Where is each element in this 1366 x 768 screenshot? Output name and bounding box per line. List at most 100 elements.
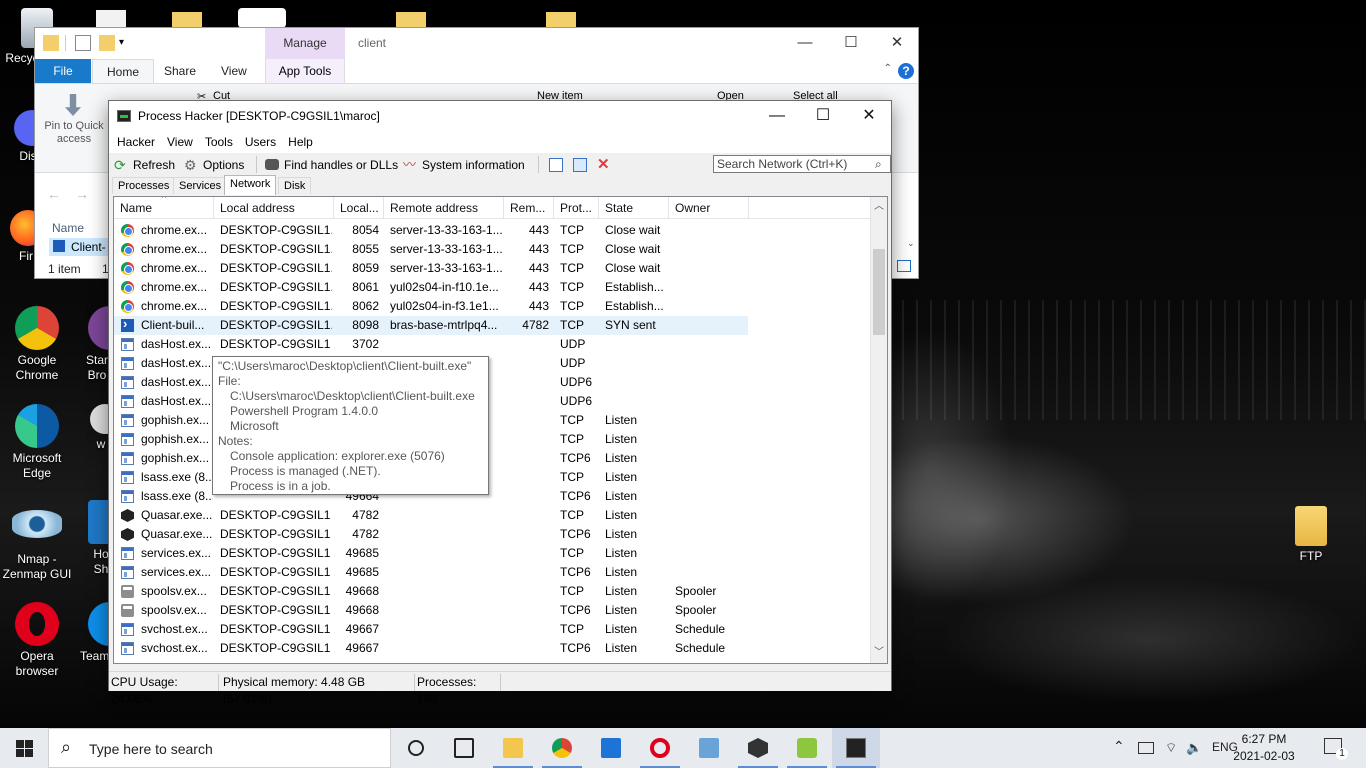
taskbar-opera-button[interactable] xyxy=(636,728,684,768)
taskbar-network-drive-button[interactable] xyxy=(685,728,733,768)
volume-icon[interactable]: 🔈 xyxy=(1186,740,1202,756)
table-row[interactable]: spoolsv.ex... DESKTOP-C9GSIL1 49668 TCP List… xyxy=(114,582,748,601)
search-input[interactable]: Search Network (Ctrl+K) xyxy=(713,155,891,173)
table-row[interactable]: chrome.ex... DESKTOP-C9GSIL1.... 8054 serve… xyxy=(114,221,748,240)
maximize-button[interactable]: ☐ xyxy=(831,31,871,55)
scroll-down-icon[interactable]: ﹀ xyxy=(871,645,887,661)
column-header-local-port[interactable]: Local... xyxy=(334,197,384,219)
folder-icon[interactable] xyxy=(172,12,202,28)
app-icon[interactable]: Ho Sh xyxy=(74,500,108,577)
back-arrow-icon[interactable]: ← xyxy=(47,186,61,202)
table-row[interactable]: services.ex... DESKTOP-C9GSIL1 49685 TCP Lis… xyxy=(114,544,748,563)
table-row[interactable]: svchost.ex... DESKTOP-C9GSIL1 49667 TCP6 Lis… xyxy=(114,639,748,658)
minimize-button[interactable]: — xyxy=(785,31,825,55)
close-button[interactable]: ✕ xyxy=(877,31,917,55)
wifi-icon[interactable]: ⌔ xyxy=(1165,740,1177,756)
chevron-up-icon[interactable]: ⌃ xyxy=(1113,738,1125,755)
menu-users[interactable]: Users xyxy=(239,135,282,149)
close-button[interactable]: ✕ xyxy=(846,101,892,131)
cortana-button[interactable] xyxy=(392,728,440,768)
java-icon[interactable] xyxy=(238,8,286,28)
opera-icon[interactable]: Opera browser xyxy=(0,602,74,679)
tab-home[interactable]: Home xyxy=(92,59,155,83)
taskbar-search-input[interactable]: ⌕ Type here to search xyxy=(48,728,391,768)
chevron-down-icon[interactable]: ▾ xyxy=(119,35,135,51)
scroll-down-icon[interactable]: ⌄ xyxy=(907,238,915,249)
start-button[interactable] xyxy=(0,728,48,768)
window-icon[interactable] xyxy=(549,156,568,173)
folder-icon[interactable] xyxy=(546,12,576,28)
folder-icon[interactable] xyxy=(396,12,426,28)
tab-processes[interactable]: Processes xyxy=(112,177,176,194)
column-header-owner[interactable]: Owner xyxy=(669,197,749,219)
taskbar-quasar-button[interactable] xyxy=(734,728,782,768)
table-row[interactable]: Quasar.exe... DESKTOP-C9GSIL1 4782 TCP Liste… xyxy=(114,506,748,525)
minimize-button[interactable]: — xyxy=(754,101,800,131)
column-header-name[interactable]: Name xyxy=(52,221,84,235)
nmap-icon[interactable]: Nmap - Zenmap GUI xyxy=(0,510,74,582)
table-row[interactable]: dasHost.ex... DESKTOP-C9GSIL1 3702 UDP xyxy=(114,335,748,354)
table-row[interactable]: chrome.ex... DESKTOP-C9GSIL1.... 8061 yul02… xyxy=(114,278,748,297)
scroll-up-icon[interactable]: ︿ xyxy=(871,199,887,215)
table-row[interactable]: svchost.ex... DESKTOP-C9GSIL1 49667 TCP List… xyxy=(114,620,748,639)
title-bar[interactable]: Process Hacker [DESKTOP-C9GSIL1\maroc] —… xyxy=(109,101,891,131)
selected-file-item[interactable]: Client- xyxy=(49,238,109,256)
table-row[interactable]: services.ex... DESKTOP-C9GSIL1 49685 TCP6 Li… xyxy=(114,563,748,582)
column-header-protocol[interactable]: Prot... xyxy=(554,197,599,219)
properties-icon[interactable] xyxy=(75,35,91,51)
teamviewer-icon[interactable]: Team xyxy=(74,602,108,664)
tab-network[interactable]: Network xyxy=(224,175,277,195)
tab-services[interactable]: Services xyxy=(173,177,228,194)
tab-disk[interactable]: Disk xyxy=(278,177,312,194)
scrollbar-thumb[interactable] xyxy=(873,249,885,335)
taskbar-task-view-button[interactable] xyxy=(440,728,488,768)
tab-file[interactable]: File xyxy=(35,59,91,83)
clock[interactable]: 6:27 PM 2021-02-03 xyxy=(1228,731,1300,765)
pin-to-quick-access-button[interactable]: Pin to Quick access xyxy=(39,120,109,146)
table-row[interactable]: spoolsv.ex... DESKTOP-C9GSIL1 49668 TCP6 Lis… xyxy=(114,601,748,620)
chrome-icon[interactable]: Google Chrome xyxy=(0,306,74,383)
edge-icon[interactable]: Microsoft Edge xyxy=(0,404,74,481)
tab-view[interactable]: View xyxy=(221,59,247,83)
maximize-button[interactable]: ☐ xyxy=(800,101,846,131)
chevron-up-icon[interactable]: ⌃ xyxy=(884,63,892,74)
vertical-scrollbar[interactable]: ︿ ﹀ xyxy=(870,197,887,663)
new-folder-icon[interactable] xyxy=(99,35,115,51)
system-information-button[interactable]: 〰 System information xyxy=(403,156,525,173)
table-row[interactable]: chrome.ex... DESKTOP-C9GSIL1.... 8062 yul02… xyxy=(114,297,748,316)
taskbar-chrome-button[interactable] xyxy=(538,728,586,768)
manage-tab[interactable]: Manage xyxy=(265,28,345,59)
tab-app-tools[interactable]: App Tools xyxy=(265,59,345,83)
tab-share[interactable]: Share xyxy=(164,59,196,83)
taskbar-process-hacker-button[interactable] xyxy=(832,728,880,768)
table-row[interactable]: chrome.ex... DESKTOP-C9GSIL1.... 8055 serve… xyxy=(114,240,748,259)
terminate-icon[interactable]: ✕ xyxy=(597,156,616,173)
taskbar-flag-button[interactable] xyxy=(783,728,831,768)
folder-icon[interactable]: FTP xyxy=(1274,506,1348,564)
document-icon[interactable] xyxy=(96,10,126,28)
restore-window-icon[interactable] xyxy=(573,156,592,173)
forward-arrow-icon[interactable]: → xyxy=(75,186,89,202)
menu-tools[interactable]: Tools xyxy=(199,135,239,149)
column-header-remote-port[interactable]: Rem... xyxy=(504,197,554,219)
column-header-remote-address[interactable]: Remote address xyxy=(384,197,504,219)
battery-icon[interactable] xyxy=(1138,742,1154,754)
table-row[interactable]: Quasar.exe... DESKTOP-C9GSIL1 4782 TCP6 List… xyxy=(114,525,748,544)
help-icon[interactable]: ? xyxy=(898,63,914,79)
menu-help[interactable]: Help xyxy=(282,135,319,149)
menu-view[interactable]: View xyxy=(161,135,199,149)
explorer-title-bar[interactable]: ▾ Manage client — ☐ ✕ xyxy=(35,28,918,59)
taskbar-app-button[interactable] xyxy=(587,728,635,768)
table-row[interactable]: chrome.ex... DESKTOP-C9GSIL1.... 8059 serve… xyxy=(114,259,748,278)
column-header-state[interactable]: State xyxy=(599,197,669,219)
refresh-button[interactable]: ⟳ Refresh xyxy=(114,156,175,173)
table-row[interactable]: Client-buil... DESKTOP-C9GSIL1.... 8098 bra… xyxy=(114,316,748,335)
find-handles-button[interactable]: Find handles or DLLs xyxy=(265,156,398,173)
column-header-local-address[interactable]: Local address xyxy=(214,197,334,219)
search-icon[interactable]: ⌕ xyxy=(875,157,882,172)
options-button[interactable]: ⚙ Options xyxy=(184,156,244,173)
taskbar-file-explorer-button[interactable] xyxy=(489,728,537,768)
menu-hacker[interactable]: Hacker xyxy=(111,135,161,149)
details-view-icon[interactable] xyxy=(897,260,911,272)
gear-icon[interactable]: w xyxy=(74,404,108,452)
